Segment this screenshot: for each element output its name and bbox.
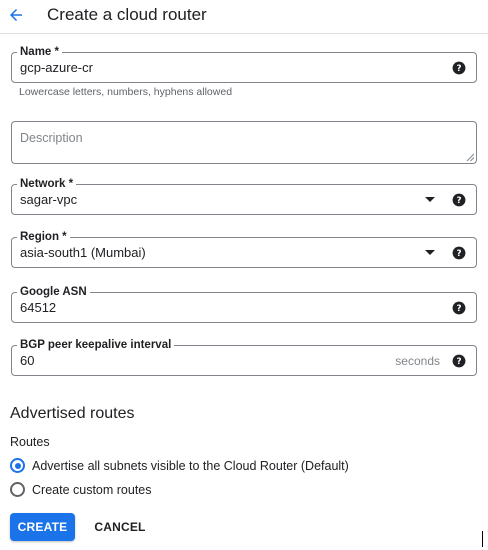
svg-text:?: ? — [456, 63, 461, 73]
network-select[interactable]: Network * sagar-vpc ? — [11, 177, 477, 215]
resize-handle-icon[interactable] — [466, 153, 474, 161]
region-value: asia-south1 (Mumbai) — [20, 245, 146, 260]
asn-label: Google ASN — [17, 285, 90, 299]
svg-text:?: ? — [456, 248, 461, 258]
help-circle-icon[interactable]: ? — [451, 353, 466, 368]
help-circle-icon[interactable]: ? — [451, 300, 466, 315]
radio-unchecked-icon[interactable] — [10, 482, 25, 497]
keepalive-field[interactable]: BGP peer keepalive interval 60 seconds ? — [11, 338, 477, 376]
region-label: Region * — [17, 230, 70, 244]
cancel-button[interactable]: CANCEL — [87, 513, 153, 541]
routes-group-label: Routes — [10, 435, 50, 449]
back-button[interactable] — [4, 3, 28, 27]
arrow-drop-down-icon[interactable] — [424, 248, 436, 256]
keepalive-value: 60 — [20, 353, 35, 368]
asn-value: 64512 — [20, 300, 57, 315]
radio-custom-routes[interactable]: Create custom routes — [10, 482, 152, 497]
text-cursor — [482, 531, 483, 547]
description-placeholder: Description — [20, 131, 83, 145]
name-hint: Lowercase letters, numbers, hyphens allo… — [19, 86, 233, 98]
page-header: Create a cloud router — [0, 0, 488, 34]
svg-text:?: ? — [456, 303, 461, 313]
name-value: gcp-azure-cr — [20, 60, 93, 75]
section-title-advertised-routes: Advertised routes — [10, 405, 135, 422]
radio-label: Create custom routes — [32, 482, 152, 497]
svg-text:?: ? — [456, 356, 461, 366]
asn-field[interactable]: Google ASN 64512 ? — [11, 285, 477, 323]
arrow-back-icon — [10, 9, 22, 21]
region-select[interactable]: Region * asia-south1 (Mumbai) ? — [11, 230, 477, 268]
radio-label: Advertise all subnets visible to the Clo… — [32, 458, 349, 473]
help-circle-icon[interactable]: ? — [451, 245, 466, 260]
network-value: sagar-vpc — [20, 192, 78, 207]
keepalive-label: BGP peer keepalive interval — [17, 338, 175, 352]
radio-checked-icon[interactable] — [10, 458, 25, 473]
name-field[interactable]: Name * gcp-azure-cr ? — [11, 45, 477, 83]
svg-text:?: ? — [456, 195, 461, 205]
page-title: Create a cloud router — [47, 5, 207, 24]
arrow-drop-down-icon[interactable] — [424, 195, 436, 203]
create-button[interactable]: CREATE — [10, 513, 75, 541]
help-circle-icon[interactable]: ? — [451, 60, 466, 75]
description-field[interactable]: Description — [11, 121, 477, 164]
keepalive-unit: seconds — [395, 354, 440, 368]
name-label: Name * — [17, 45, 62, 59]
help-circle-icon[interactable]: ? — [451, 192, 466, 207]
radio-advertise-all[interactable]: Advertise all subnets visible to the Clo… — [10, 458, 349, 473]
network-label: Network * — [17, 177, 77, 191]
